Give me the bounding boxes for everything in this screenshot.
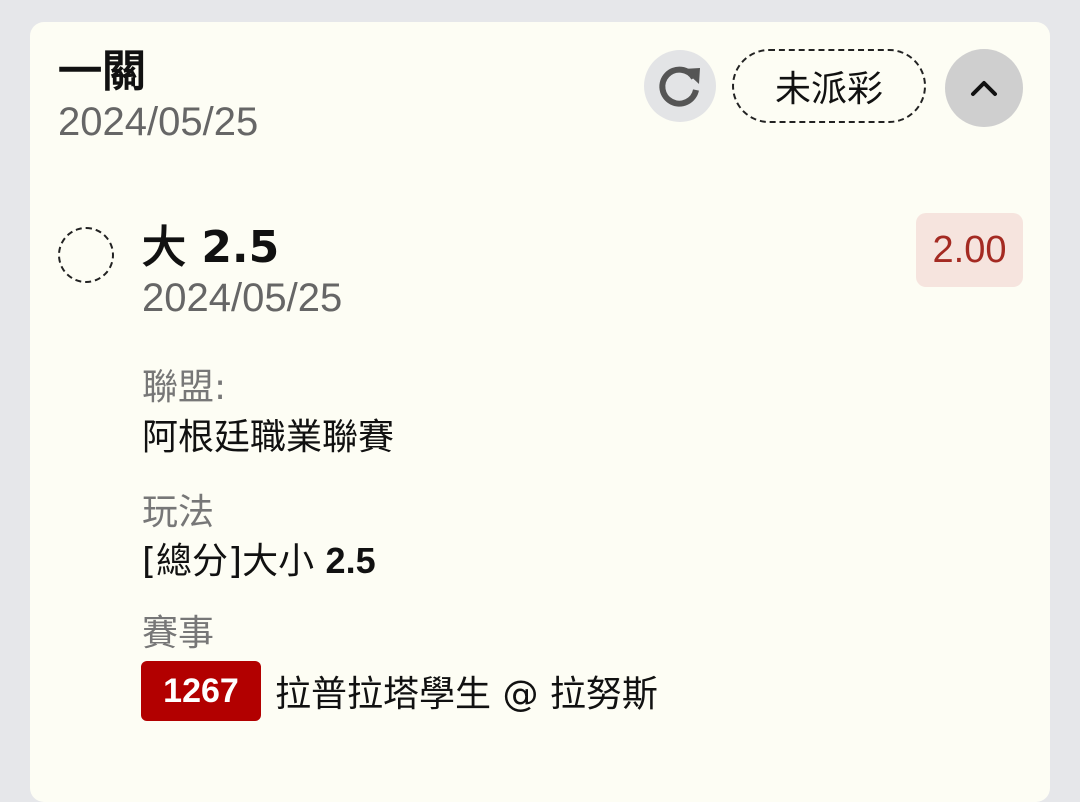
odds-badge: 2.00	[916, 213, 1023, 287]
selection-date: 2024/05/25	[142, 276, 343, 320]
market-type: [總分]大小	[142, 541, 326, 582]
chevron-up-icon	[971, 81, 997, 96]
refresh-icon	[659, 66, 700, 107]
bet-type-title: 一關	[58, 46, 146, 97]
market-line: 2.5	[325, 540, 376, 581]
league-value: 阿根廷職業聯賽	[142, 417, 395, 458]
refresh-button[interactable]	[644, 50, 716, 122]
bet-slip-card: 一關 2024/05/25 未派彩 大 2.5 2024/05/25 2.00 …	[30, 22, 1050, 802]
event-teams: 拉普拉塔學生 @ 拉努斯	[275, 674, 658, 715]
bet-date: 2024/05/25	[58, 100, 259, 144]
collapse-button[interactable]	[945, 49, 1023, 127]
selection-radio[interactable]	[58, 227, 114, 283]
event-label: 賽事	[142, 613, 215, 654]
event-row: 1267 拉普拉塔學生 @ 拉努斯	[141, 661, 658, 721]
payout-status-badge: 未派彩	[732, 49, 926, 123]
selection-title: 大 2.5	[142, 222, 280, 273]
market-label: 玩法	[142, 492, 215, 533]
league-label: 聯盟:	[142, 367, 227, 408]
event-code-badge: 1267	[141, 661, 261, 721]
market-value: [總分]大小 2.5	[142, 539, 376, 584]
